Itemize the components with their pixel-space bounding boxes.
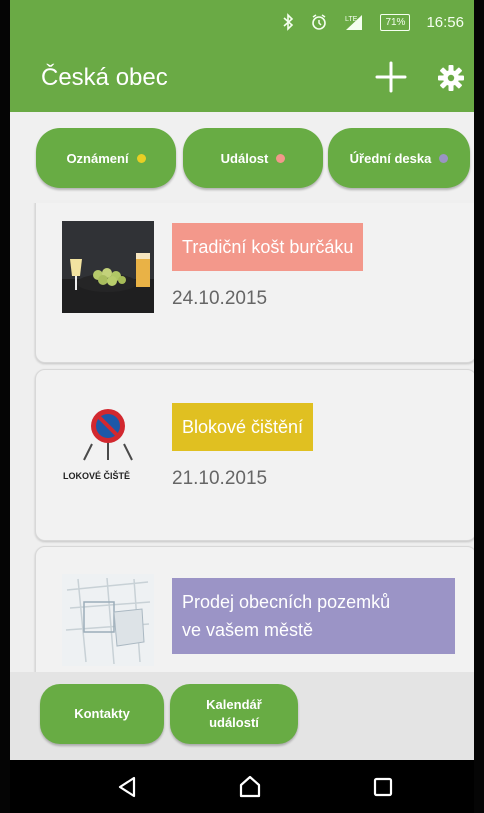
wine-tasting-photo	[62, 221, 154, 313]
home-icon	[239, 775, 261, 798]
dot-icon	[276, 153, 286, 163]
right-bezel	[474, 0, 484, 813]
bottom-action-bar: Kontakty Kalendář událostí	[10, 672, 474, 760]
filter-udalost-button[interactable]: Událost	[183, 128, 323, 188]
item-title: Blokové čištění	[182, 417, 304, 437]
calendar-label: Kalendář událostí	[206, 696, 262, 732]
home-button[interactable]	[236, 773, 264, 801]
calendar-button[interactable]: Kalendář událostí	[170, 684, 298, 744]
phone-screen: LTE 71% 16:56 Česká obec Oznámení Událos…	[10, 0, 474, 813]
contacts-label: Kontakty	[74, 706, 130, 721]
clock-time: 16:56	[426, 13, 464, 31]
item-title-tag: Tradiční košt burčáku	[172, 223, 364, 271]
signal-icon: LTE	[344, 13, 364, 31]
filter-label: Oznámení	[66, 150, 129, 166]
svg-text:LTE: LTE	[345, 16, 358, 23]
dot-icon	[439, 153, 449, 163]
filter-oznameni-button[interactable]: Oznámení	[36, 128, 176, 188]
status-bar: LTE 71% 16:56	[10, 0, 474, 40]
status-icons: LTE 71% 16:56	[282, 13, 464, 31]
item-title-line-2: ve vašem městě	[182, 620, 314, 640]
land-map-photo	[62, 574, 154, 666]
app-title: Česká obec	[41, 64, 168, 91]
dot-icon	[136, 153, 146, 163]
item-title-line-1: Prodej obecních pozemků	[182, 592, 391, 612]
settings-button[interactable]	[431, 58, 471, 98]
news-list[interactable]: Tradiční košt burčáku 24.10.2015 LOKOVÉ …	[10, 203, 474, 673]
item-date: 21.10.2015	[172, 468, 268, 489]
list-item[interactable]: Prodej obecních pozemků ve vašem městě	[35, 546, 474, 673]
app-bar: Česká obec	[10, 40, 474, 112]
list-item[interactable]: LOKOVÉ ČIŠTĚ Blokové čištění 21.10.2015	[35, 369, 474, 541]
add-icon	[375, 61, 407, 93]
list-item[interactable]: Tradiční košt burčáku 24.10.2015	[35, 203, 474, 363]
no-parking-sign: LOKOVÉ ČIŠTĚ	[62, 394, 154, 486]
left-bezel	[0, 0, 10, 813]
category-filter-row: Oznámení Událost Úřední deska	[10, 112, 474, 200]
add-button[interactable]	[370, 56, 412, 98]
item-title-tag: Blokové čištění	[172, 403, 314, 451]
android-nav-bar	[10, 760, 474, 813]
calendar-label-line-1: Kalendář	[206, 697, 262, 712]
recent-apps-button[interactable]	[369, 773, 397, 801]
image-caption: LOKOVÉ ČIŠTĚ	[63, 470, 130, 481]
contacts-button[interactable]: Kontakty	[40, 684, 164, 744]
item-title-tag: Prodej obecních pozemků ve vašem městě	[172, 578, 455, 654]
back-button[interactable]	[113, 773, 141, 801]
recent-apps-icon	[373, 777, 393, 797]
calendar-label-line-2: událostí	[209, 715, 259, 730]
alarm-icon	[310, 13, 328, 31]
item-date: 24.10.2015	[172, 288, 268, 309]
filter-uredni-deska-button[interactable]: Úřední deska	[328, 128, 470, 188]
filter-label: Úřední deska	[349, 150, 432, 166]
battery-icon: 71%	[380, 13, 411, 31]
gear-icon	[438, 65, 464, 91]
back-icon	[118, 776, 136, 798]
filter-label: Událost	[220, 150, 269, 166]
bluetooth-icon	[282, 13, 294, 31]
item-title: Tradiční košt burčáku	[182, 237, 354, 257]
